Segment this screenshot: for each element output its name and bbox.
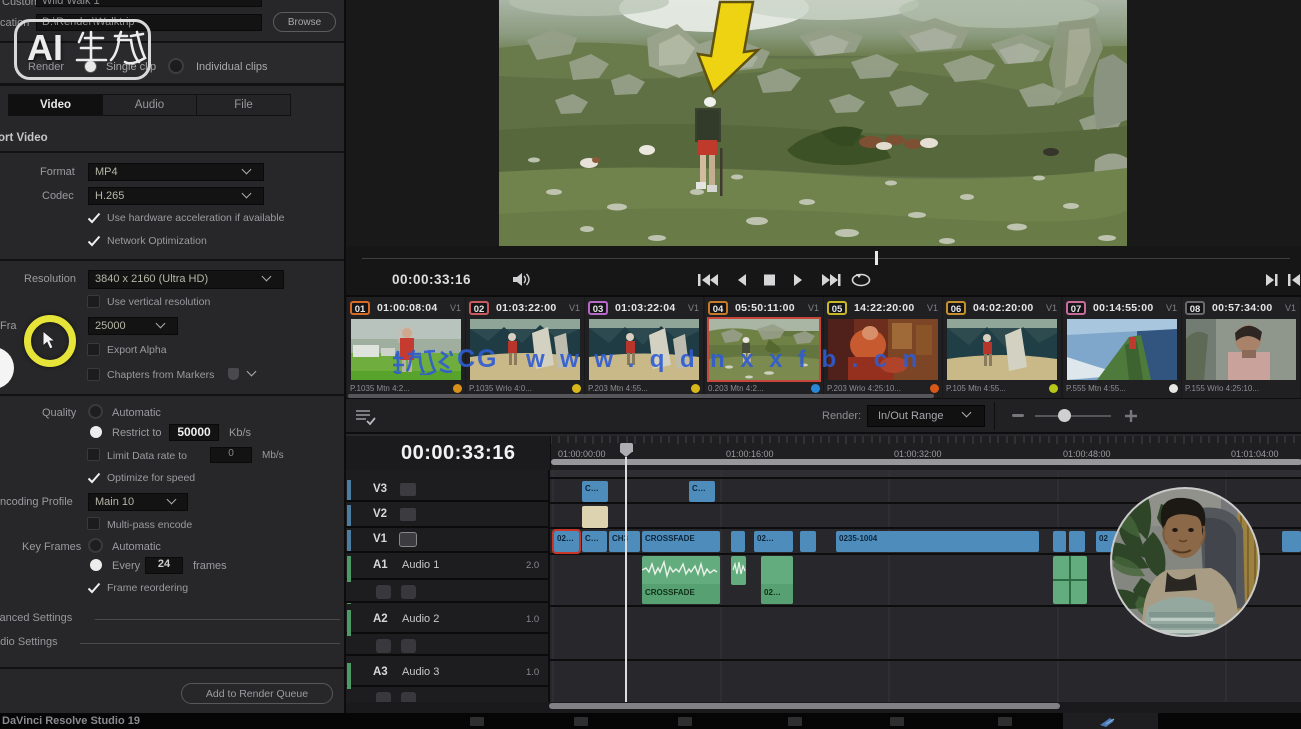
svg-text:01:00:48:00: 01:00:48:00	[1063, 449, 1111, 459]
svg-text:01:00:32:00: 01:00:32:00	[894, 449, 942, 459]
svg-text:01:00:00:00: 01:00:00:00	[558, 449, 606, 459]
svg-text:01:01:04:00: 01:01:04:00	[1231, 449, 1279, 459]
svg-text:01:00:16:00: 01:00:16:00	[726, 449, 774, 459]
